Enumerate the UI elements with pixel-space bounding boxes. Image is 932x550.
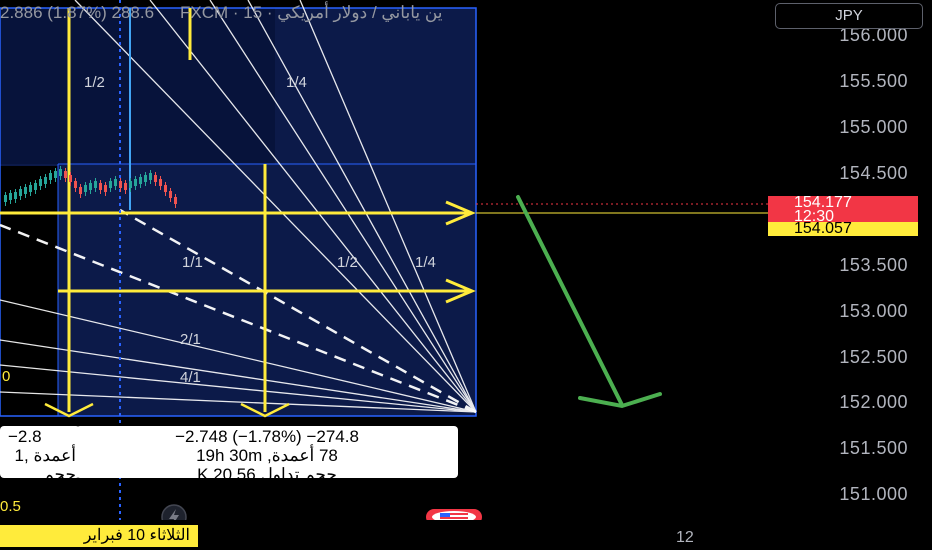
legend-left-line1: −2.8 [8,427,42,446]
candle-body [164,185,167,192]
candle-body [24,187,27,194]
candle-body [44,177,47,184]
candle-body [59,169,62,176]
price-tick: 153.000 [839,301,908,321]
line-price-tag: 154.057 [768,221,918,237]
fib-label-2-1: 2/1 [180,331,201,348]
candle-body [139,177,142,184]
price-tick: 154.500 [839,163,908,183]
candle-body [169,191,172,198]
currency-button[interactable]: JPY [775,3,923,29]
candle-body [104,185,107,192]
chart-change: 2.886 (1.87%) 288.6 [0,3,154,23]
candle-body [39,179,42,186]
candle-body [34,183,37,190]
candle-body [89,183,92,190]
candle-body [79,187,82,194]
legend-left-line2: أعمدة ,1 [14,446,76,465]
price-tick: 155.000 [839,117,908,137]
candle-body [4,195,7,202]
price-tick: 152.000 [839,392,908,412]
date-badge: الثلاثاء 10 فبراير [0,525,198,547]
candle-body [69,175,72,182]
price-tick: 155.500 [839,71,908,91]
candle-body [49,173,52,180]
fib-label-1-4: 1/4 [415,254,436,271]
change-text: 2.886 (1.87%) 288.6 [0,3,155,22]
candle-body [124,183,127,190]
candle-body [94,181,97,188]
fib-box-dark [0,8,275,164]
candle-body [129,181,132,188]
candle-body [74,181,77,188]
candle-body [64,171,67,178]
fib-label-1-2: 1/2 [337,254,358,271]
fib-label-1-2-top: 1/2 [84,74,105,91]
price-tick: 152.500 [839,347,908,367]
legend-left-line3: حجم تداول 15 [13,465,76,503]
fib-edge-label-0: 0 [2,368,11,385]
fib-label-4-1: 4/1 [180,369,201,386]
chart-area[interactable]: ين ياباني / دولار أمريكي · 15 · FXCM 2.8… [0,0,772,520]
candle-body [119,181,122,188]
candle-body [154,175,157,182]
candle-body [29,185,32,192]
green-down-arrow[interactable] [516,195,662,409]
candle-body [159,179,162,186]
chart-title: ين ياباني / دولار أمريكي · 15 · FXCM [180,3,443,23]
candle-body [54,171,57,178]
legend-main: −2.748 (−1.78%) −274.8 78 أعمدة, 19h 30m… [76,426,458,484]
fib-label-1-1: 1/1 [182,254,203,271]
symbol-title: ين ياباني / دولار أمريكي · 15 · FXCM [180,3,443,22]
candle-body [99,183,102,190]
candle-body [19,189,22,196]
legend-main-line1: −2.748 (−1.78%) −274.8 [175,427,359,446]
candle-body [174,197,177,204]
candle-body [134,179,137,186]
legend-main-line2: 78 أعمدة, 19h 30m [196,446,338,465]
candle-body [109,181,112,188]
legend-main-line3: حجم تداول 20.56 K [197,465,337,484]
fib-label-1-4-top: 1/4 [286,74,307,91]
candle-body [14,192,17,199]
legend-left: −2.8 أعمدة ,1 حجم تداول 15 [0,426,80,503]
candle-body [114,179,117,186]
price-tick: 153.500 [839,255,908,275]
candle-body [144,175,147,182]
candle-body [84,185,87,192]
price-tick: 151.500 [839,438,908,458]
time-tick: 12 [676,529,694,546]
candle-body [149,173,152,180]
price-axis[interactable]: 156.000 155.500 155.000 154.500 153.500 … [772,0,932,520]
price-tick: 151.000 [839,484,908,504]
us-flag-icon[interactable] [426,509,482,520]
lightning-icon[interactable] [161,504,187,520]
candle-body [9,193,12,200]
